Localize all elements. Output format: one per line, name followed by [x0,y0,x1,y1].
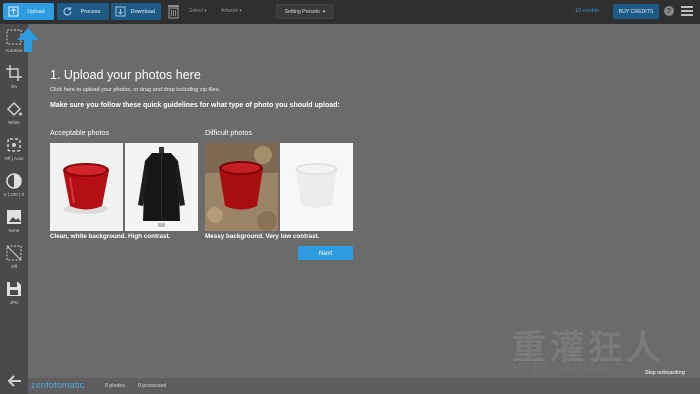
difficult-caption: Messy background. Very low contrast. [205,233,320,240]
example-photo-black-coat [125,143,198,231]
setting-presets-label: Setting Presets [284,8,320,15]
sidebar-item-crop[interactable]: On [0,64,28,89]
watermark-url: HTTP://BRIAN.C... [512,360,638,375]
page-title: 1. Upload your photos here [50,68,201,82]
download-button-label: Download [130,8,155,15]
artwork-dropdown[interactable]: Artwork ▾ [221,8,242,14]
setting-presets-dropdown[interactable]: Setting Presets ▾ [276,4,334,19]
sidebar-item-label: Off | Auto [4,156,24,161]
transparent-icon [6,245,22,261]
sidebar-item-label: 0 | 100 | 0 [3,192,25,197]
sidebar-item-label: JPG [9,300,19,305]
upload-icon [7,5,20,18]
sidebar-item-label: None [8,228,20,233]
photos-count: 0 photos [105,383,125,389]
process-button-label: Process [80,8,101,15]
sidebar-item-contrast[interactable]: 0 | 100 | 0 [0,172,28,197]
image-icon [7,210,21,224]
zenfotomatic-logo: zenfotomatic [31,380,85,390]
process-button[interactable]: Process [57,3,109,20]
sidebar-item-format[interactable]: JPG [0,280,28,305]
trash-icon[interactable] [167,4,180,19]
left-sidebar: Autosize On White Off | Auto 0 | 100 | 0… [0,24,28,394]
buy-credits-button[interactable]: BUY CREDITS [613,4,659,19]
upload-button-label: Upload [27,8,45,15]
download-button[interactable]: Download [111,3,161,20]
acceptable-caption: Clean, white background. High contrast. [50,233,171,240]
crop-icon [6,65,22,81]
sidebar-item-shadow[interactable]: Off | Auto [0,136,28,161]
select-dropdown[interactable]: Select ▾ [189,8,207,14]
processed-count: 0 processed [138,383,167,389]
credits-count: 10 credits [575,8,599,14]
help-icon[interactable]: ? [664,6,674,16]
next-button[interactable]: Next [298,246,353,260]
hamburger-menu-icon[interactable] [681,6,693,16]
skip-onboarding-link[interactable]: Skip onboarding [645,370,685,376]
fill-bucket-icon [6,101,22,117]
save-icon [7,282,21,296]
shadow-icon [7,138,21,152]
upload-button[interactable]: Upload [3,3,54,20]
footer-bar: zenfotomatic 0 photos 0 processed Skip o… [28,370,700,394]
difficult-photos-title: Difficult photos [205,128,253,137]
contrast-icon [6,173,22,189]
example-photo-clear-cup [280,143,353,231]
refresh-icon [61,5,74,18]
upload-hint-link[interactable]: Click here to upload your photos, or dra… [50,87,220,93]
example-photo-red-cup-white [50,143,123,231]
chevron-down-icon: ▾ [322,8,326,15]
guidelines-text: Make sure you follow these quick guideli… [50,102,340,109]
sidebar-item-label: White [8,120,20,125]
sidebar-item-watermark[interactable]: None [0,208,28,233]
download-icon [115,5,127,18]
acceptable-photos-title: Acceptable photos [50,128,110,137]
sidebar-item-label: On [10,84,18,89]
top-toolbar: Upload Process Download Select ▾ Artwork… [0,0,700,24]
sidebar-item-background[interactable]: White [0,100,28,125]
sidebar-item-transparency[interactable]: Off [0,244,28,269]
arrow-left-icon[interactable] [6,374,22,388]
example-photo-red-cup-messy [205,143,278,231]
sidebar-item-label: Off [10,264,18,269]
